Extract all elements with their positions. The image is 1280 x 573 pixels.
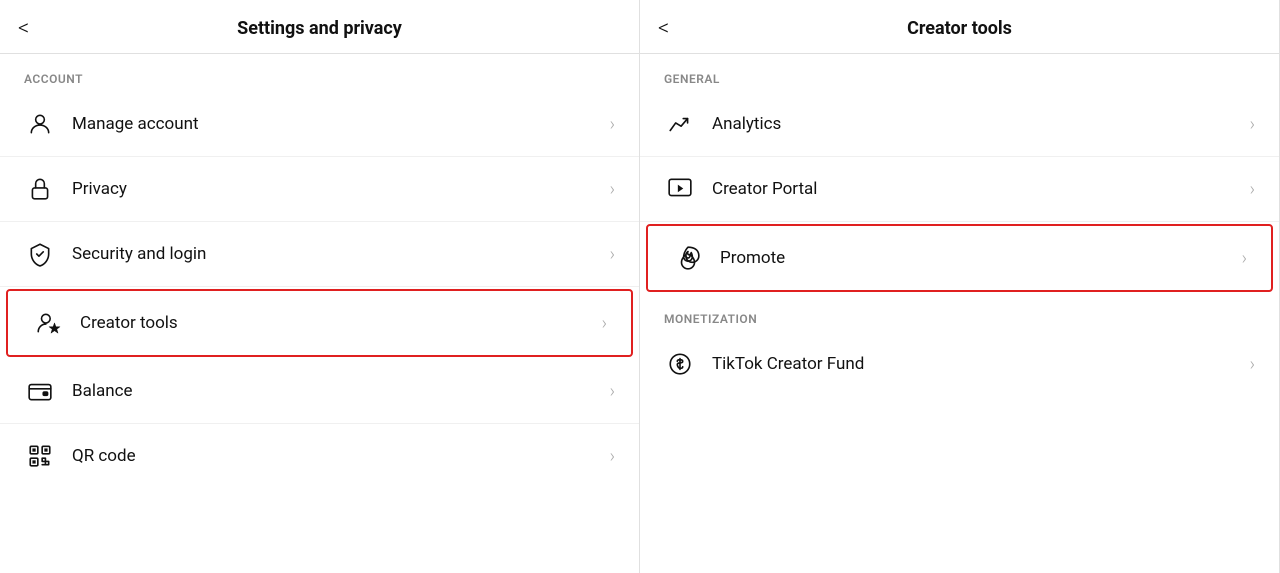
wallet-icon [24, 375, 56, 407]
menu-item-qr-code[interactable]: QR code › [0, 424, 639, 488]
account-section-label: ACCOUNT [0, 54, 639, 92]
right-back-button[interactable]: < [658, 18, 669, 40]
chevron-right-icon: › [610, 381, 615, 402]
chevron-right-icon: › [1250, 354, 1255, 375]
chevron-right-icon: › [1250, 114, 1255, 135]
person-star-icon [32, 307, 64, 339]
creator-portal-label: Creator Portal [712, 179, 1250, 199]
lock-icon [24, 173, 56, 205]
chart-icon [664, 108, 696, 140]
menu-item-promote[interactable]: Promote › [646, 224, 1273, 292]
chevron-right-icon: › [610, 446, 615, 467]
menu-item-security-login[interactable]: Security and login › [0, 222, 639, 287]
menu-item-manage-account[interactable]: Manage account › [0, 92, 639, 157]
menu-item-privacy[interactable]: Privacy › [0, 157, 639, 222]
security-login-label: Security and login [72, 244, 610, 264]
flame-icon [672, 242, 704, 274]
manage-account-label: Manage account [72, 114, 610, 134]
right-panel-title: Creator tools [907, 18, 1012, 39]
menu-item-tiktok-creator-fund[interactable]: TikTok Creator Fund › [640, 332, 1279, 396]
menu-item-analytics[interactable]: Analytics › [640, 92, 1279, 157]
chevron-right-icon: › [610, 179, 615, 200]
analytics-label: Analytics [712, 114, 1250, 134]
chevron-right-icon: › [1242, 248, 1247, 269]
chevron-right-icon: › [602, 313, 607, 334]
general-section-label: General [640, 54, 1279, 92]
monitor-play-icon [664, 173, 696, 205]
person-icon [24, 108, 56, 140]
balance-label: Balance [72, 381, 610, 401]
dollar-circle-icon [664, 348, 696, 380]
menu-item-creator-tools[interactable]: Creator tools › [6, 289, 633, 357]
chevron-right-icon: › [610, 244, 615, 265]
right-panel-header: < Creator tools [640, 0, 1279, 54]
left-back-button[interactable]: < [18, 18, 29, 40]
chevron-right-icon: › [1250, 179, 1255, 200]
shield-icon [24, 238, 56, 270]
chevron-right-icon: › [610, 114, 615, 135]
menu-item-balance[interactable]: Balance › [0, 359, 639, 424]
tiktok-creator-fund-label: TikTok Creator Fund [712, 354, 1250, 374]
right-panel: < Creator tools General Analytics › Crea… [640, 0, 1280, 573]
menu-item-creator-portal[interactable]: Creator Portal › [640, 157, 1279, 222]
promote-label: Promote [720, 248, 1242, 268]
left-panel-header: < Settings and privacy [0, 0, 639, 54]
creator-tools-label: Creator tools [80, 313, 602, 333]
privacy-label: Privacy [72, 179, 610, 199]
qrcode-icon [24, 440, 56, 472]
left-panel: < Settings and privacy ACCOUNT Manage ac… [0, 0, 640, 573]
monetization-section-label: Monetization [640, 294, 1279, 332]
left-panel-title: Settings and privacy [237, 18, 402, 39]
qr-code-label: QR code [72, 446, 610, 466]
